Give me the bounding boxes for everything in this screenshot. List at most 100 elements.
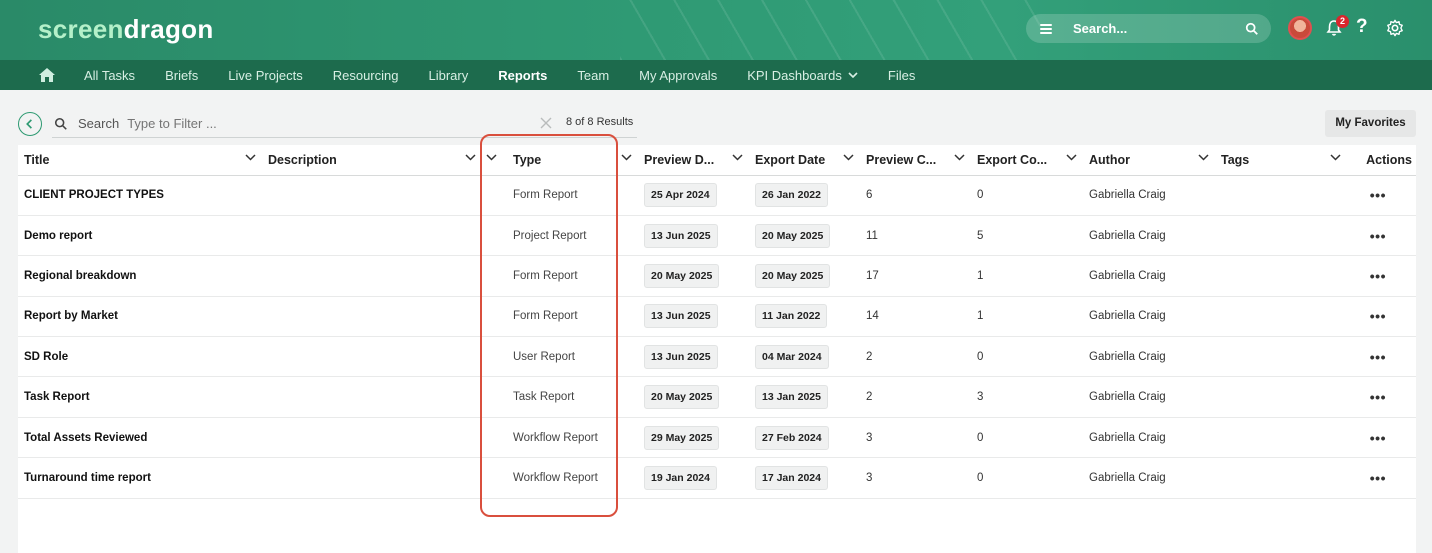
- app-logo[interactable]: screendragon: [38, 14, 214, 45]
- chevron-down-icon[interactable]: [245, 154, 256, 161]
- date-pill: 25 Apr 2024: [644, 183, 717, 208]
- more-actions-icon[interactable]: •••: [1347, 336, 1416, 378]
- cell-export-count: 5: [971, 215, 1083, 257]
- column-header-actions: Actions: [1347, 145, 1416, 176]
- nav-live-projects[interactable]: Live Projects: [228, 68, 302, 83]
- nav-team[interactable]: Team: [577, 68, 609, 83]
- cell-preview-count: 3: [860, 457, 971, 499]
- cell-type: Task Report: [482, 376, 638, 418]
- column-header-preview-date[interactable]: Preview D...: [638, 145, 749, 176]
- cell-author: Gabriella Craig: [1083, 215, 1215, 257]
- nav-files[interactable]: Files: [888, 68, 915, 83]
- cell-tags: [1215, 457, 1347, 499]
- cell-description: [262, 417, 482, 459]
- cell-author: Gabriella Craig: [1083, 376, 1215, 418]
- nav-briefs[interactable]: Briefs: [165, 68, 198, 83]
- menu-icon[interactable]: [1040, 23, 1052, 34]
- user-avatar[interactable]: [1288, 16, 1312, 40]
- nav-kpi-dashboards[interactable]: KPI Dashboards: [747, 68, 858, 83]
- cell-preview-count: 11: [860, 215, 971, 257]
- back-arrow-icon[interactable]: [18, 112, 42, 136]
- more-actions-icon[interactable]: •••: [1347, 296, 1416, 338]
- nav-library[interactable]: Library: [428, 68, 468, 83]
- more-actions-icon[interactable]: •••: [1347, 215, 1416, 257]
- column-header-tags[interactable]: Tags: [1215, 145, 1347, 176]
- chevron-down-icon[interactable]: [621, 154, 632, 161]
- date-pill: 13 Jan 2025: [755, 385, 828, 410]
- cell-title[interactable]: Demo report: [18, 215, 262, 257]
- nav-reports[interactable]: Reports: [498, 68, 547, 83]
- cell-author: Gabriella Craig: [1083, 255, 1215, 297]
- home-icon[interactable]: [39, 68, 55, 82]
- my-favorites-button[interactable]: My Favorites: [1325, 110, 1416, 137]
- more-actions-icon[interactable]: •••: [1347, 457, 1416, 499]
- cell-title[interactable]: Task Report: [18, 376, 262, 418]
- column-header-type[interactable]: Type: [482, 145, 638, 176]
- cell-export-count: 0: [971, 336, 1083, 378]
- cell-title[interactable]: CLIENT PROJECT TYPES: [18, 175, 262, 216]
- table-row[interactable]: Turnaround time report Workflow Report 19 …: [18, 457, 1416, 499]
- column-header-preview-count[interactable]: Preview C...: [860, 145, 971, 176]
- column-header-export-count[interactable]: Export Co...: [971, 145, 1083, 176]
- cell-title[interactable]: Total Assets Reviewed: [18, 417, 262, 459]
- cell-preview-date: 19 Jan 2024: [638, 457, 749, 499]
- more-actions-icon[interactable]: •••: [1347, 255, 1416, 297]
- table-row[interactable]: Task Report Task Report 20 May 2025 13 Jan …: [18, 376, 1416, 418]
- filter-bar: Search 8 of 8 Results: [52, 110, 637, 138]
- cell-export-date: 20 May 2025: [749, 255, 860, 297]
- chevron-down-icon[interactable]: [1066, 154, 1077, 161]
- cell-type: Form Report: [482, 296, 638, 338]
- chevron-down-icon[interactable]: [486, 154, 497, 161]
- cell-title[interactable]: Report by Market: [18, 296, 262, 338]
- search-icon[interactable]: [1245, 22, 1259, 36]
- top-bar: screendragon Search... 2 ?: [0, 0, 1432, 60]
- column-header-author[interactable]: Author: [1083, 145, 1215, 176]
- table-row[interactable]: Report by Market Form Report 13 Jun 2025 11…: [18, 296, 1416, 338]
- table-row[interactable]: SD Role User Report 13 Jun 2025 04 Mar 2024…: [18, 336, 1416, 378]
- nav-all-tasks[interactable]: All Tasks: [84, 68, 135, 83]
- table-row[interactable]: Demo report Project Report 13 Jun 2025 20 M…: [18, 215, 1416, 257]
- logo-part-dragon: dragon: [123, 14, 214, 44]
- cell-preview-date: 29 May 2025: [638, 417, 749, 459]
- results-count: 8 of 8 Results: [566, 116, 634, 128]
- date-pill: 13 Jun 2025: [644, 304, 718, 329]
- chevron-down-icon: [848, 72, 858, 78]
- column-header-description[interactable]: Description: [262, 145, 482, 176]
- filter-label: Search: [78, 116, 120, 131]
- cell-preview-count: 17: [860, 255, 971, 297]
- more-actions-icon[interactable]: •••: [1347, 175, 1416, 216]
- help-icon[interactable]: ?: [1356, 16, 1368, 38]
- table-row[interactable]: Total Assets Reviewed Workflow Report 29 M…: [18, 417, 1416, 459]
- cell-export-date: 11 Jan 2022: [749, 296, 860, 338]
- column-header-title[interactable]: Title: [18, 145, 262, 176]
- cell-description: [262, 215, 482, 257]
- table-row[interactable]: Regional breakdown Form Report 20 May 2025…: [18, 255, 1416, 297]
- more-actions-icon[interactable]: •••: [1347, 417, 1416, 459]
- nav-my-approvals[interactable]: My Approvals: [639, 68, 717, 83]
- column-header-export-date[interactable]: Export Date: [749, 145, 860, 176]
- nav-resourcing[interactable]: Resourcing: [333, 68, 399, 83]
- cell-export-date: 27 Feb 2024: [749, 417, 860, 459]
- gear-icon[interactable]: [1386, 19, 1404, 37]
- chevron-down-icon[interactable]: [732, 154, 743, 161]
- cell-title[interactable]: Regional breakdown: [18, 255, 262, 297]
- column-header-label: Actions: [1366, 152, 1412, 167]
- chevron-down-icon[interactable]: [954, 154, 965, 161]
- column-header-label: Export Date: [755, 152, 826, 167]
- column-header-label: Author: [1089, 152, 1130, 167]
- more-actions-icon[interactable]: •••: [1347, 376, 1416, 418]
- main-nav: All Tasks Briefs Live Projects Resourcin…: [0, 60, 1432, 90]
- global-search[interactable]: Search...: [1026, 14, 1271, 43]
- filter-input[interactable]: [127, 116, 428, 131]
- chevron-down-icon[interactable]: [843, 154, 854, 161]
- table-row[interactable]: CLIENT PROJECT TYPES Form Report 25 Apr 20…: [18, 175, 1416, 216]
- date-pill: 29 May 2025: [644, 425, 720, 450]
- cell-title[interactable]: Turnaround time report: [18, 457, 262, 499]
- chevron-down-icon[interactable]: [465, 154, 476, 161]
- cell-title[interactable]: SD Role: [18, 336, 262, 378]
- cell-preview-count: 2: [860, 336, 971, 378]
- close-icon[interactable]: [540, 117, 552, 129]
- chevron-down-icon[interactable]: [1330, 154, 1341, 161]
- chevron-down-icon[interactable]: [1198, 154, 1209, 161]
- cell-author: Gabriella Craig: [1083, 175, 1215, 216]
